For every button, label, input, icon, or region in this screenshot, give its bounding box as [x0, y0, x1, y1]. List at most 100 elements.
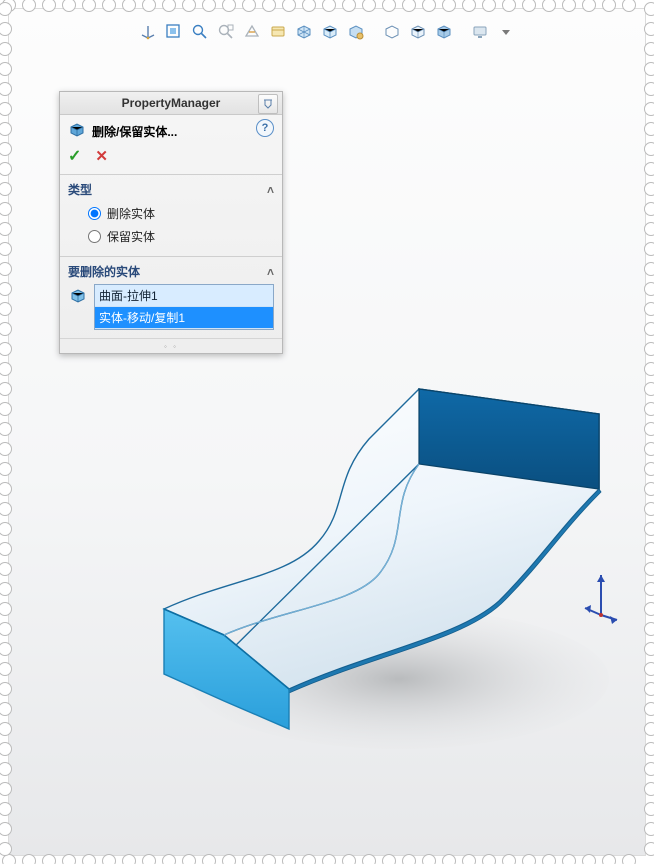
pm-resize-handle[interactable]: ◦ ◦: [60, 338, 282, 353]
stamp-scallop: [222, 854, 236, 864]
appearance-icon[interactable]: [267, 21, 289, 43]
stamp-scallop: [644, 742, 654, 756]
stamp-scallop: [442, 854, 456, 864]
stamp-scallop: [182, 854, 196, 864]
radio-delete-input[interactable]: [88, 207, 101, 220]
stamp-scallop: [644, 402, 654, 416]
stamp-scallop: [644, 482, 654, 496]
stamp-scallop: [562, 854, 576, 864]
view-settings-icon[interactable]: [293, 21, 315, 43]
zoom-area-icon[interactable]: [215, 21, 237, 43]
stamp-scallop: [282, 854, 296, 864]
stamp-scallop: [644, 282, 654, 296]
stamp-scallop: [62, 854, 76, 864]
stamp-scallop: [462, 854, 476, 864]
stamp-scallop: [644, 302, 654, 316]
cancel-button[interactable]: ✕: [95, 147, 108, 165]
stamp-scallop: [22, 854, 36, 864]
pm-feature-name: 删除/保留实体...: [92, 123, 177, 140]
stamp-scallop: [522, 854, 536, 864]
pm-section-bodies: 要删除的实体 ˄ 曲面-拉伸1 实体-移动/复制1: [60, 256, 282, 338]
stamp-scallop: [644, 782, 654, 796]
stamp-scallop: [362, 854, 376, 864]
stamp-scallop: [644, 642, 654, 656]
pin-icon[interactable]: [258, 94, 278, 114]
zoom-fit-icon[interactable]: [189, 21, 211, 43]
stamp-scallop: [644, 122, 654, 136]
stamp-scallop: [122, 854, 136, 864]
zoom-window-icon[interactable]: [163, 21, 185, 43]
dropdown-icon[interactable]: [495, 21, 517, 43]
stamp-scallop: [402, 854, 416, 864]
stamp-scallop: [644, 622, 654, 636]
bodies-selection-list[interactable]: 曲面-拉伸1 实体-移动/复制1: [94, 284, 274, 330]
section-icon[interactable]: [241, 21, 263, 43]
list-item[interactable]: 实体-移动/复制1: [95, 307, 273, 329]
stamp-scallop: [342, 854, 356, 864]
hlr-icon[interactable]: [407, 21, 429, 43]
stamp-scallop: [644, 662, 654, 676]
radio-keep-body[interactable]: 保留实体: [68, 225, 274, 248]
radio-keep-input[interactable]: [88, 230, 101, 243]
stamp-scallop: [644, 102, 654, 116]
stamp-scallop: [644, 82, 654, 96]
stamp-scallop: [644, 202, 654, 216]
iso-icon[interactable]: [319, 21, 341, 43]
property-manager-panel: PropertyManager 删除/保留实体... ? ✓ ✕ 类型: [59, 91, 283, 354]
stamp-scallop: [622, 854, 636, 864]
stamp-scallop: [322, 854, 336, 864]
stamp-scallop: [644, 422, 654, 436]
graphics-viewport[interactable]: PropertyManager 删除/保留实体... ? ✓ ✕ 类型: [8, 8, 646, 856]
stamp-scallop: [644, 602, 654, 616]
chevron-up-icon: ˄: [267, 265, 274, 279]
stamp-scallop: [644, 22, 654, 36]
pm-title-bar[interactable]: PropertyManager: [60, 92, 282, 115]
radio-delete-label: 删除实体: [107, 205, 155, 222]
view-selector-icon[interactable]: [345, 21, 367, 43]
stamp-scallop: [644, 322, 654, 336]
stamp-scallop: [644, 462, 654, 476]
stamp-scallop: [162, 854, 176, 864]
stamp-scallop: [502, 854, 516, 864]
stamp-scallop: [82, 854, 96, 864]
stamp-scallop: [644, 822, 654, 836]
stamp-scallop: [644, 702, 654, 716]
pm-section-bodies-header[interactable]: 要删除的实体 ˄: [68, 263, 274, 284]
stamp-scallop: [644, 522, 654, 536]
stamp-scallop: [644, 562, 654, 576]
stamp-scallop: [644, 382, 654, 396]
stamp-scallop: [242, 854, 256, 864]
pm-section-type: 类型 ˄ 删除实体 保留实体: [60, 174, 282, 256]
heads-up-toolbar: [9, 21, 645, 43]
chevron-up-icon: ˄: [267, 183, 274, 197]
stamp-scallop: [582, 854, 596, 864]
stamp-scallop: [644, 242, 654, 256]
app-stage: PropertyManager 删除/保留实体... ? ✓ ✕ 类型: [0, 0, 654, 864]
model-surface-body[interactable]: [129, 369, 629, 769]
stamp-scallop: [262, 854, 276, 864]
stamp-scallop: [644, 582, 654, 596]
stamp-scallop: [644, 142, 654, 156]
ok-button[interactable]: ✓: [68, 146, 81, 166]
monitor-icon[interactable]: [469, 21, 491, 43]
stamp-scallop: [602, 854, 616, 864]
stamp-scallop: [644, 222, 654, 236]
stamp-scallop: [644, 442, 654, 456]
radio-keep-label: 保留实体: [107, 228, 155, 245]
display-style-icon[interactable]: [381, 21, 403, 43]
stamp-scallop: [542, 854, 556, 864]
shaded-icon[interactable]: [433, 21, 455, 43]
stamp-scallop: [644, 362, 654, 376]
radio-delete-body[interactable]: 删除实体: [68, 202, 274, 225]
pm-section-type-header[interactable]: 类型 ˄: [68, 181, 274, 202]
pm-section-bodies-title: 要删除的实体: [68, 263, 140, 280]
help-icon[interactable]: ?: [256, 119, 274, 137]
stamp-scallop: [644, 262, 654, 276]
list-item[interactable]: 曲面-拉伸1: [95, 285, 273, 307]
stamp-scallop: [202, 854, 216, 864]
view-orientation-triad[interactable]: [581, 569, 621, 628]
stamp-scallop: [102, 854, 116, 864]
triad-icon[interactable]: [137, 21, 159, 43]
pm-feature-header: 删除/保留实体... ?: [60, 115, 282, 144]
body-feature-icon: [68, 121, 86, 142]
